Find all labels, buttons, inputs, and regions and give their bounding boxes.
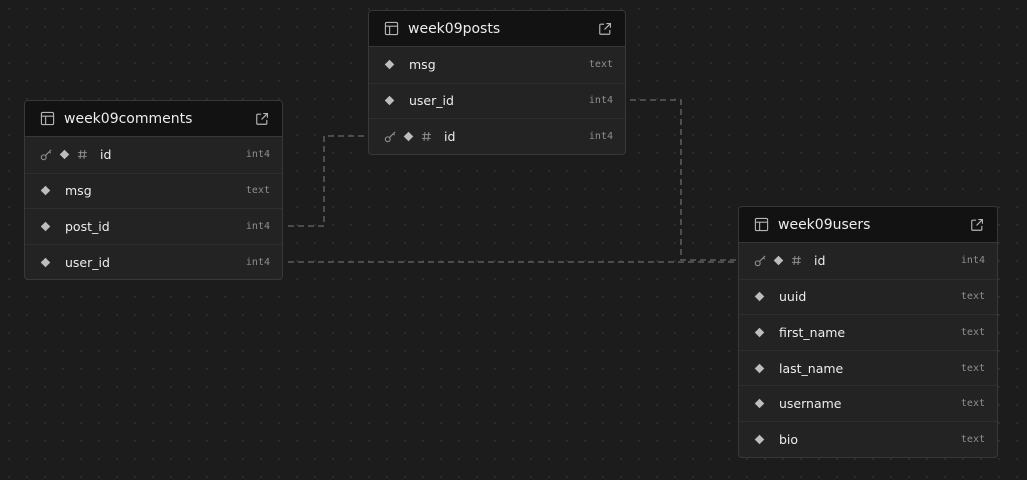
table-grid-icon (39, 111, 55, 127)
column-type: text (960, 291, 985, 303)
external-link-icon[interactable] (969, 217, 985, 233)
diamond-icon (753, 291, 765, 303)
diamond-icon (402, 130, 414, 142)
diamond-icon (753, 362, 765, 374)
column-type: text (960, 398, 985, 410)
column-name: msg (65, 183, 92, 199)
table-header: week09posts (369, 11, 625, 47)
table-name: week09users (778, 216, 871, 233)
hash-icon (420, 130, 432, 142)
column-row-msg[interactable]: msg text (25, 172, 282, 209)
diamond-icon (383, 95, 395, 107)
column-row-msg[interactable]: msg text (369, 47, 625, 83)
column-type: text (245, 185, 270, 197)
column-name: first_name (779, 324, 846, 340)
column-row-last_name[interactable]: last_name text (739, 349, 997, 386)
diamond-icon (753, 398, 765, 410)
column-name: last_name (779, 360, 844, 376)
diamond-icon (39, 220, 51, 232)
column-name: bio (779, 431, 799, 447)
column-row-username[interactable]: username text (739, 385, 997, 421)
column-name: id (814, 253, 826, 269)
column-name: msg (409, 57, 436, 73)
column-row-post_id[interactable]: post_id int4 (25, 208, 282, 244)
column-type: int4 (245, 149, 270, 161)
table-header: week09comments (25, 101, 282, 137)
column-row-uuid[interactable]: uuid text (739, 278, 997, 315)
relation-comments-post-to-posts-id (288, 135, 370, 227)
column-name: username (779, 396, 842, 412)
diamond-icon (772, 255, 784, 267)
column-type: int4 (960, 255, 985, 267)
column-type: text (960, 433, 985, 445)
column-type: int4 (245, 256, 270, 268)
column-type: text (960, 362, 985, 374)
table-name: week09posts (408, 20, 501, 37)
column-row-user_id[interactable]: user_id int4 (25, 243, 282, 280)
diamond-icon (39, 256, 51, 268)
column-name: post_id (65, 218, 110, 234)
column-type: text (588, 59, 613, 71)
column-name: user_id (65, 254, 110, 270)
key-icon (383, 129, 397, 143)
column-row-id[interactable]: id int4 (369, 118, 625, 154)
column-row-bio[interactable]: bio text (739, 420, 997, 457)
table-grid-icon (753, 217, 769, 233)
table-name: week09comments (64, 110, 193, 127)
column-type: text (960, 326, 985, 338)
diamond-icon (39, 185, 51, 197)
column-type: int4 (245, 220, 270, 232)
diamond-icon (383, 59, 395, 71)
column-row-id[interactable]: id int4 (25, 137, 282, 173)
hash-icon (790, 255, 802, 267)
column-name: id (444, 128, 456, 144)
external-link-icon[interactable] (597, 21, 613, 37)
column-row-first_name[interactable]: first_name text (739, 314, 997, 350)
column-type: int4 (588, 95, 613, 107)
table-grid-icon (383, 21, 399, 37)
relation-posts-user-to-users-id (630, 99, 742, 261)
table-header: week09users (739, 207, 997, 243)
column-type: int4 (588, 130, 613, 142)
column-name: uuid (779, 289, 807, 305)
external-link-icon[interactable] (254, 111, 270, 127)
column-name: id (100, 147, 112, 163)
table-week09posts[interactable]: week09posts msg text user_id int4 id int… (368, 10, 626, 155)
table-week09users[interactable]: week09users id int4 uuid text first_name… (738, 206, 998, 458)
key-icon (39, 148, 53, 162)
hash-icon (76, 149, 88, 161)
column-row-user_id[interactable]: user_id int4 (369, 82, 625, 119)
key-icon (753, 254, 767, 268)
column-row-id[interactable]: id int4 (739, 243, 997, 279)
diamond-icon (58, 149, 70, 161)
diamond-icon (753, 326, 765, 338)
diamond-icon (753, 433, 765, 445)
column-name: user_id (409, 93, 454, 109)
table-week09comments[interactable]: week09comments id int4 msg text post_id … (24, 100, 283, 281)
